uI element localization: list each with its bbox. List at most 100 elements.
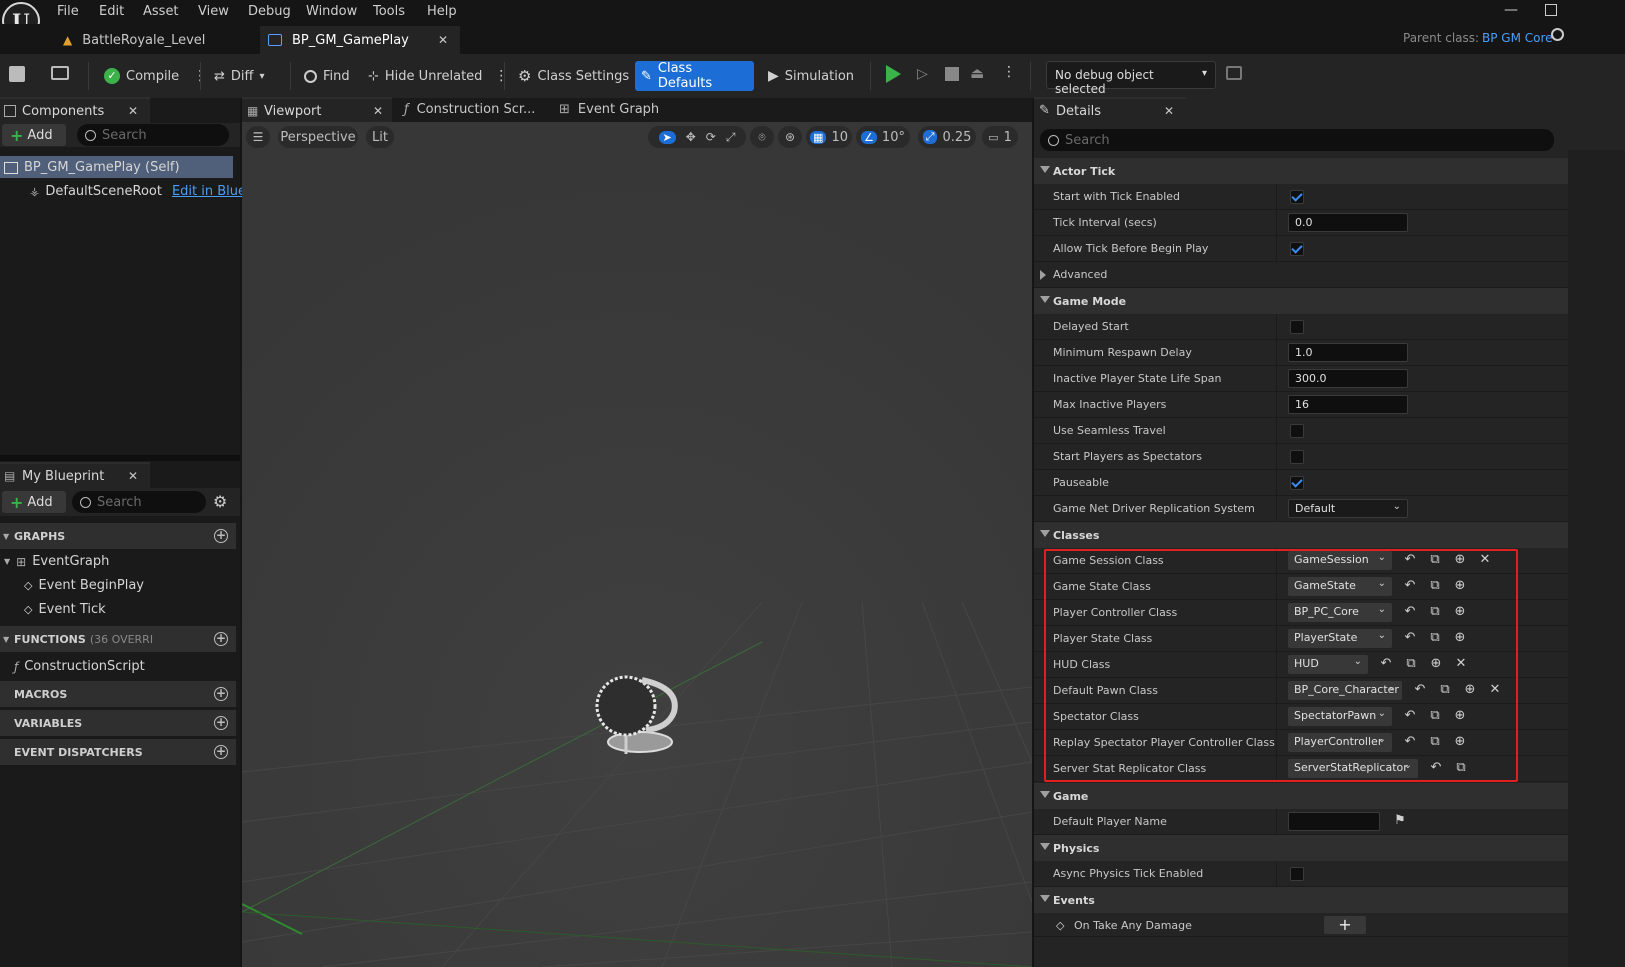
event-tick[interactable]: ◇ Event Tick bbox=[24, 602, 106, 617]
flag-icon[interactable]: ⚑ bbox=[1392, 813, 1408, 829]
menu-asset[interactable]: Asset bbox=[143, 4, 179, 19]
class-select[interactable]: BP_PC_Core ⌄ bbox=[1288, 603, 1392, 622]
browse-back-icon[interactable]: ↶ bbox=[1402, 578, 1418, 594]
clear-icon[interactable]: ✕ bbox=[1487, 682, 1503, 698]
move-tool-icon[interactable]: ✥ bbox=[686, 130, 696, 144]
category-game[interactable]: Game bbox=[1034, 783, 1568, 809]
step-icon[interactable]: ▷ bbox=[917, 66, 928, 82]
eject-icon[interactable]: ⏏ bbox=[970, 64, 984, 82]
create-new-icon[interactable]: ⊕ bbox=[1462, 682, 1478, 698]
close-tab-icon[interactable]: ✕ bbox=[373, 104, 383, 118]
grid-snap-button[interactable]: ▦ 10 bbox=[806, 126, 852, 148]
graph-eventgraph[interactable]: ▼ ⊞ EventGraph bbox=[4, 554, 109, 569]
overrides-count[interactable]: (36 OVERRI bbox=[90, 633, 153, 646]
menu-tools[interactable]: Tools bbox=[373, 4, 405, 19]
parent-class-link[interactable]: BP GM Core bbox=[1482, 31, 1553, 45]
min-respawn-input[interactable]: 1.0 bbox=[1288, 343, 1408, 362]
create-new-icon[interactable]: ⊕ bbox=[1452, 552, 1468, 568]
maximize-icon[interactable] bbox=[1545, 4, 1557, 16]
browse-back-icon[interactable]: ↶ bbox=[1402, 604, 1418, 620]
browse-folder-icon[interactable]: ⧉ bbox=[1427, 578, 1443, 594]
close-panel-icon[interactable]: ✕ bbox=[128, 104, 138, 118]
browse-folder-icon[interactable]: ⧉ bbox=[1427, 604, 1443, 620]
browse-back-icon[interactable]: ↶ bbox=[1428, 760, 1444, 776]
find-button[interactable]: Find bbox=[298, 61, 356, 91]
property-advanced[interactable]: Advanced bbox=[1034, 262, 1568, 288]
function-construction-script[interactable]: ƒ ConstructionScript bbox=[14, 659, 145, 674]
close-panel-icon[interactable]: ✕ bbox=[128, 469, 138, 483]
event-dispatchers-section-header[interactable]: EVENT DISPATCHERS + bbox=[0, 739, 236, 765]
tab-my-blueprint[interactable]: ▤ My Blueprint ✕ bbox=[0, 462, 150, 488]
select-tool-icon[interactable]: ➤ bbox=[658, 130, 676, 144]
variables-section-header[interactable]: VARIABLES + bbox=[0, 710, 236, 736]
browse-folder-icon[interactable]: ⧉ bbox=[1427, 552, 1443, 568]
lit-button[interactable]: Lit bbox=[366, 126, 394, 148]
component-self[interactable]: BP_GM_GamePlay (Self) bbox=[4, 160, 180, 175]
category-physics[interactable]: Physics bbox=[1034, 835, 1568, 861]
graphs-section-header[interactable]: ▼ GRAPHS + bbox=[0, 523, 236, 549]
compile-button[interactable]: ✓ Compile ⋮ bbox=[98, 61, 213, 91]
create-new-icon[interactable]: ⊕ bbox=[1452, 578, 1468, 594]
start-spectators-checkbox[interactable] bbox=[1290, 450, 1304, 464]
class-select[interactable]: PlayerState ⌄ bbox=[1288, 629, 1392, 648]
net-driver-select[interactable]: Default ⌄ bbox=[1288, 499, 1408, 518]
details-search-input[interactable]: Search bbox=[1040, 129, 1554, 151]
class-defaults-button[interactable]: ✎ Class Defaults bbox=[635, 61, 754, 91]
create-new-icon[interactable]: ⊕ bbox=[1452, 708, 1468, 724]
browse-folder-icon[interactable]: ⧉ bbox=[1403, 656, 1419, 672]
seamless-travel-checkbox[interactable] bbox=[1290, 424, 1304, 438]
tab-construction-script[interactable]: ƒ Construction Scr... bbox=[404, 102, 535, 117]
more-options-icon[interactable]: ⋮ bbox=[494, 68, 508, 84]
menu-view[interactable]: View bbox=[198, 4, 229, 19]
browse-folder-icon[interactable]: ⧉ bbox=[1427, 734, 1443, 750]
viewport-options-button[interactable]: ☰ bbox=[246, 126, 270, 148]
create-new-icon[interactable]: ⊕ bbox=[1452, 734, 1468, 750]
debug-object-select[interactable]: No debug object selected ▾ bbox=[1046, 61, 1216, 96]
event-begin-play[interactable]: ◇ Event BeginPlay bbox=[24, 578, 144, 593]
component-default-scene-root[interactable]: ⚶ DefaultSceneRoot Edit in Bluepri bbox=[30, 184, 263, 199]
scale-snap-button[interactable]: ⤢ 0.25 bbox=[918, 126, 976, 148]
gear-icon[interactable]: ⚙ bbox=[213, 492, 227, 511]
category-game-mode[interactable]: Game Mode bbox=[1034, 288, 1568, 314]
class-select[interactable]: ServerStatReplicator ⌄ bbox=[1288, 759, 1418, 778]
tab-blueprint[interactable]: BP_GM_GamePlay ✕ bbox=[260, 26, 460, 54]
create-new-icon[interactable]: ⊕ bbox=[1452, 604, 1468, 620]
stop-icon[interactable] bbox=[945, 67, 959, 81]
browse-folder-icon[interactable]: ⧉ bbox=[1437, 682, 1453, 698]
add-component-button[interactable]: + Add bbox=[2, 124, 66, 146]
more-options-icon[interactable]: ⋮ bbox=[1002, 64, 1016, 80]
surface-snap-button[interactable]: ⊛ bbox=[778, 126, 802, 148]
class-select[interactable]: PlayerController ⌄ bbox=[1288, 733, 1392, 752]
coordinate-space-button[interactable]: ⌾ bbox=[750, 126, 774, 148]
add-macro-icon[interactable]: + bbox=[214, 687, 228, 701]
tab-level[interactable]: ▲ BattleRoyale_Level bbox=[55, 26, 260, 54]
diff-button[interactable]: ⇄ Diff ▾ bbox=[208, 61, 271, 91]
save-icon[interactable] bbox=[9, 66, 25, 82]
inactive-life-input[interactable]: 300.0 bbox=[1288, 369, 1408, 388]
clear-icon[interactable]: ✕ bbox=[1477, 552, 1493, 568]
browse-folder-icon[interactable]: ⧉ bbox=[1453, 760, 1469, 776]
player-name-input[interactable] bbox=[1288, 812, 1380, 831]
menu-debug[interactable]: Debug bbox=[248, 4, 291, 19]
start-tick-checkbox[interactable] bbox=[1290, 190, 1304, 204]
minimize-icon[interactable]: — bbox=[1504, 2, 1518, 18]
browse-back-icon[interactable]: ↶ bbox=[1402, 552, 1418, 568]
browse-back-icon[interactable]: ↶ bbox=[1402, 708, 1418, 724]
perspective-button[interactable]: Perspective bbox=[278, 126, 358, 148]
add-member-button[interactable]: + Add bbox=[2, 491, 66, 513]
category-actor-tick[interactable]: Actor Tick bbox=[1034, 158, 1568, 184]
delayed-start-checkbox[interactable] bbox=[1290, 320, 1304, 334]
functions-section-header[interactable]: ▼ FUNCTIONS (36 OVERRI + bbox=[0, 626, 236, 652]
class-select[interactable]: HUD ⌄ bbox=[1288, 655, 1368, 674]
browse-icon[interactable] bbox=[51, 66, 69, 80]
browse-folder-icon[interactable]: ⧉ bbox=[1427, 708, 1443, 724]
create-new-icon[interactable]: ⊕ bbox=[1428, 656, 1444, 672]
clear-icon[interactable]: ✕ bbox=[1453, 656, 1469, 672]
category-events[interactable]: Events bbox=[1034, 887, 1568, 913]
play-icon[interactable] bbox=[886, 65, 901, 83]
details-scrollbar-track[interactable] bbox=[1568, 150, 1625, 967]
close-panel-icon[interactable]: ✕ bbox=[1164, 104, 1174, 118]
my-blueprint-search-input[interactable]: Search bbox=[72, 491, 206, 513]
add-graph-icon[interactable]: + bbox=[214, 529, 228, 543]
class-select[interactable]: GameSession ⌄ bbox=[1288, 551, 1392, 570]
